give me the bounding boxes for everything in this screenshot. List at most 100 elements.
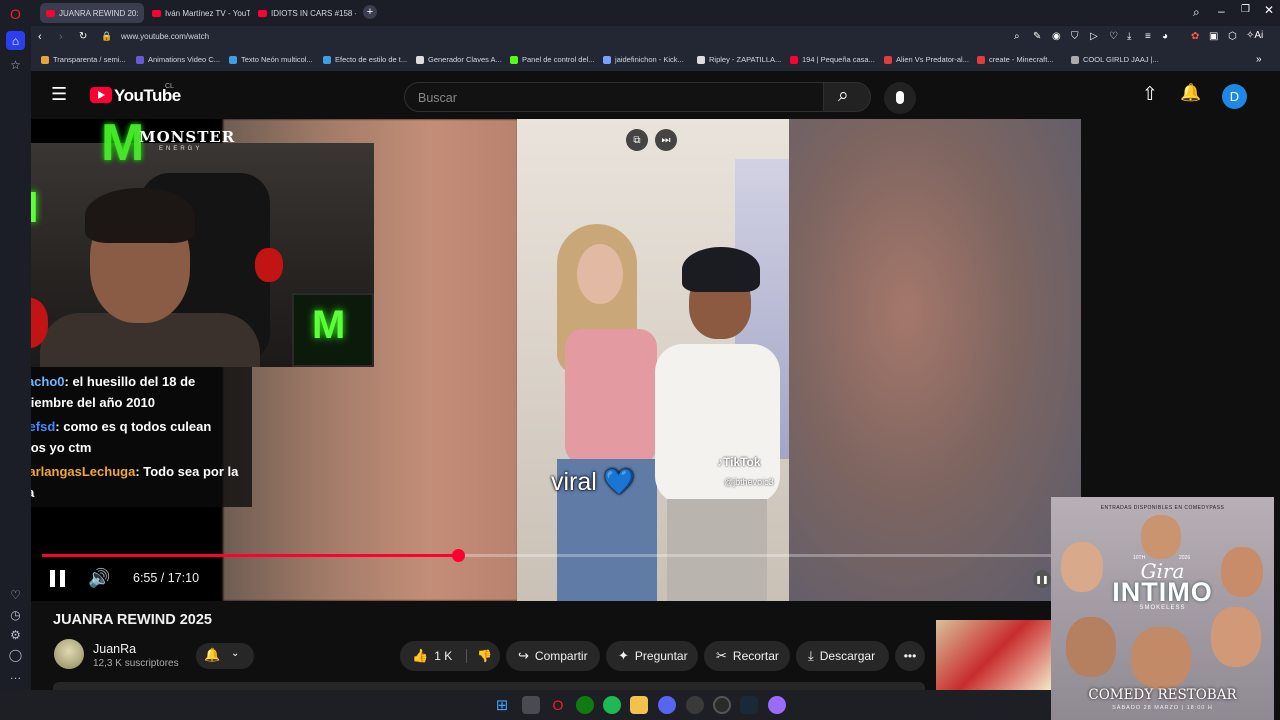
back-icon[interactable]: ‹ — [38, 31, 42, 43]
volume-icon[interactable]: 🔊 — [88, 568, 110, 589]
bookmark-1[interactable]: Animations Video C... — [136, 55, 220, 64]
steam-icon[interactable] — [740, 696, 758, 714]
like-button[interactable]: 👍 1 K 👎 — [400, 641, 500, 671]
download-button[interactable]: ⤓ Descargar — [796, 641, 889, 671]
heart-icon[interactable]: ♡ — [6, 585, 25, 604]
bookmark-7[interactable]: Ripley - ZAPATILLA... — [697, 55, 781, 64]
home-icon[interactable]: ⌂ — [6, 31, 25, 50]
aria-ai-button[interactable]: ✧ Ai — [1246, 30, 1263, 41]
forward-icon[interactable]: › — [59, 31, 63, 43]
restore-icon[interactable]: ❐ — [1241, 4, 1250, 15]
more-actions-button[interactable]: ••• — [895, 641, 925, 671]
comedy-show-poster[interactable]: ENTRADAS DISPONIBLES EN COMEDYPASS 10TH … — [1051, 497, 1274, 720]
scissors-icon: ✂ — [716, 648, 727, 663]
menu-icon[interactable]: ≡ — [1145, 31, 1151, 42]
account-icon[interactable]: ◕ — [1162, 31, 1168, 42]
reload-icon[interactable]: ↻ — [79, 31, 87, 42]
windows-start-icon[interactable]: ⊞ — [493, 696, 511, 714]
xbox-icon[interactable] — [576, 696, 594, 714]
more-dots-icon[interactable]: … — [6, 665, 25, 684]
bookmark-favicon-icon — [323, 55, 331, 64]
bookmark-favicon-icon — [603, 55, 611, 64]
opera-browser-icon[interactable]: O — [549, 696, 567, 714]
search-tabs-icon[interactable]: ⌕ — [1193, 5, 1200, 20]
poster-date: SÁBADO 28 MARZO | 18:00 H — [1112, 705, 1213, 711]
skip-icon[interactable]: ⏭ — [655, 129, 677, 151]
poster-person — [1211, 607, 1261, 667]
close-window-icon[interactable]: ✕ — [1264, 3, 1274, 17]
lightbulb-icon[interactable]: ◯ — [6, 645, 25, 664]
tab-idiots-in-cars[interactable]: IDIOTS IN CARS #158 - Yo — [252, 3, 356, 23]
bookmark-11[interactable]: COOL GIRLD JAAJ |... — [1071, 55, 1159, 64]
camera-icon[interactable]: ◉ — [1052, 31, 1061, 42]
ask-button[interactable]: ✦ Preguntar — [606, 641, 698, 671]
bookmark-label: COOL GIRLD JAAJ |... — [1083, 55, 1159, 64]
discord-icon[interactable] — [658, 696, 676, 714]
app-icon[interactable] — [713, 696, 731, 714]
download-icon[interactable]: ⤓ — [1127, 31, 1131, 42]
autoplay-toggle-icon[interactable]: ❚❚ — [1033, 570, 1051, 588]
account-avatar[interactable]: D — [1222, 84, 1247, 109]
notifications-bell-icon[interactable]: 🔔 — [1180, 83, 1201, 103]
bookmark-10[interactable]: create - Minecraft... — [977, 55, 1054, 64]
search-input[interactable]: Buscar — [404, 82, 824, 112]
bookmark-6[interactable]: jaidefinichon - Kick... — [603, 55, 684, 64]
pause-icon — [50, 570, 55, 587]
description-box[interactable] — [53, 682, 925, 690]
extension-icon[interactable]: ✿ — [1191, 31, 1199, 42]
app-purple-icon[interactable] — [768, 696, 786, 714]
upload-icon[interactable]: ⇧ — [1142, 83, 1158, 106]
miniplayer-icon[interactable]: ⧉ — [626, 129, 648, 151]
recommended-video-thumbnail[interactable] — [936, 620, 1051, 690]
url-text[interactable]: www.youtube.com/watch — [121, 32, 209, 41]
clip-button[interactable]: ✂ Recortar — [704, 641, 790, 671]
bookmark-2[interactable]: Texto Neón multicol... — [229, 55, 313, 64]
edit-icon[interactable]: ✎ — [1033, 31, 1041, 42]
bookmark-label: Panel de control del... — [522, 55, 595, 64]
obs-icon[interactable] — [686, 696, 704, 714]
bookmark-3[interactable]: Efecto de estilo de t... — [323, 55, 407, 64]
video-player[interactable]: ⧉ ⏭ viral 💙 ♪TikTok @jbthevoic3 M M M MO… — [31, 119, 1081, 601]
channel-avatar[interactable] — [54, 639, 84, 669]
bookmark-5[interactable]: Panel de control del... — [510, 55, 595, 64]
ask-label: Preguntar — [634, 649, 688, 663]
tab-juanra-rewind[interactable]: JUANRA REWIND 20: — [40, 3, 144, 23]
screenshot-icon[interactable]: ▣ — [1209, 31, 1218, 42]
bookmark-9[interactable]: Alien Vs Predator-al... — [884, 55, 969, 64]
hamburger-menu-icon[interactable]: ☰ — [51, 84, 67, 105]
minimize-icon[interactable]: – — [1218, 4, 1225, 18]
bookmark-favicon-icon — [977, 55, 985, 64]
cube-icon[interactable]: ⬡ — [1228, 31, 1237, 42]
voice-search-button[interactable] — [884, 82, 916, 114]
shield-icon[interactable]: ⛉ — [1071, 31, 1079, 42]
search-button[interactable]: ⌕ — [823, 82, 871, 112]
tab-label: Iván Martínez TV - YouTub — [165, 8, 250, 18]
task-view-icon[interactable] — [522, 696, 540, 714]
pinboard-icon[interactable]: ☆ — [6, 55, 25, 74]
progress-bar[interactable] — [42, 549, 1081, 562]
youtube-logo-icon[interactable] — [90, 87, 112, 103]
bookmark-4[interactable]: Generador Claves A... — [416, 55, 502, 64]
sparkle-icon: ✦ — [618, 648, 629, 663]
share-button[interactable]: ↪ Compartir — [506, 641, 600, 671]
heart-icon[interactable]: ♡ — [1109, 31, 1118, 42]
tab-ivan-martinez[interactable]: Iván Martínez TV - YouTub — [146, 3, 250, 23]
spotify-icon[interactable] — [603, 696, 621, 714]
thumbs-down-icon[interactable]: 👎 — [466, 649, 492, 663]
file-explorer-icon[interactable] — [630, 696, 648, 714]
pause-button[interactable] — [50, 570, 66, 587]
more-bookmarks-icon[interactable]: » — [1256, 54, 1262, 65]
channel-name[interactable]: JuanRa — [93, 642, 136, 656]
history-icon[interactable]: ◷ — [6, 605, 25, 624]
subscription-bell-button[interactable]: 🔔 ⌄ — [196, 643, 254, 669]
opera-logo-icon[interactable]: O — [6, 4, 25, 23]
zoom-icon[interactable]: ⌕ — [1014, 31, 1020, 42]
bookmark-8[interactable]: 194 | Pequeña casa... — [790, 55, 875, 64]
bookmark-0[interactable]: Transparenta / semi... — [41, 55, 126, 64]
settings-gear-icon[interactable]: ⚙ — [6, 625, 25, 644]
new-tab-button[interactable]: + — [363, 5, 377, 19]
play-icon[interactable]: ▷ — [1090, 31, 1098, 42]
monster-claw-icon: M — [312, 303, 346, 347]
progress-scrubber-handle[interactable] — [451, 549, 465, 562]
bookmark-label: Animations Video C... — [148, 55, 220, 64]
